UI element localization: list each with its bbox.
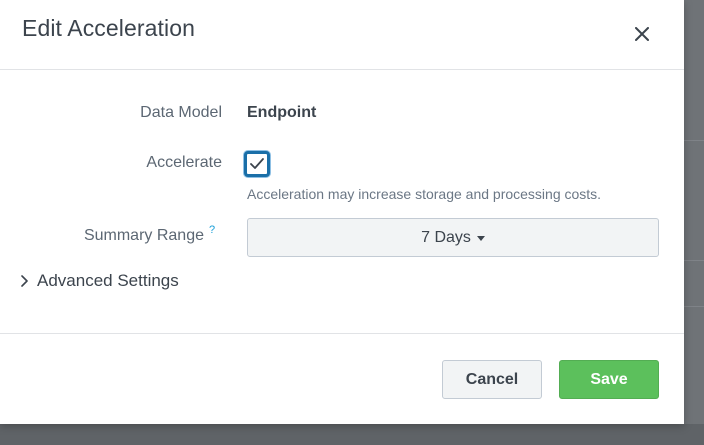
cancel-button[interactable]: Cancel — [442, 360, 542, 399]
accelerate-checkbox[interactable] — [244, 151, 270, 177]
backdrop-bottom-area — [0, 424, 704, 445]
edit-acceleration-dialog: Edit Acceleration Data Model Endpoint Ac… — [0, 0, 684, 424]
checkmark-icon — [250, 158, 264, 169]
close-icon — [635, 27, 649, 41]
save-button[interactable]: Save — [559, 360, 659, 399]
summary-range-selected: 7 Days — [421, 228, 471, 246]
accelerate-label: Accelerate — [146, 154, 222, 171]
summary-range-dropdown[interactable]: 7 Days — [247, 218, 659, 257]
advanced-settings-label: Advanced Settings — [37, 271, 179, 290]
dialog-footer: Cancel Save — [0, 333, 684, 424]
summary-range-label: Summary Range — [83, 227, 204, 244]
dialog-title: Edit Acceleration — [22, 15, 196, 41]
backdrop-divider — [684, 260, 704, 261]
caret-down-icon — [476, 235, 485, 241]
close-button[interactable] — [628, 20, 656, 48]
acceleration-help-text: Acceleration may increase storage and pr… — [247, 186, 602, 202]
dialog-header: Edit Acceleration — [0, 0, 684, 70]
summary-range-help-link[interactable]: ? — [209, 224, 215, 236]
advanced-settings-toggle[interactable]: Advanced Settings — [20, 271, 179, 291]
chevron-right-icon — [21, 275, 28, 287]
backdrop-divider — [684, 140, 704, 141]
data-model-value: Endpoint — [247, 104, 317, 121]
backdrop-divider — [684, 306, 704, 307]
data-model-label: Data Model — [140, 104, 222, 121]
